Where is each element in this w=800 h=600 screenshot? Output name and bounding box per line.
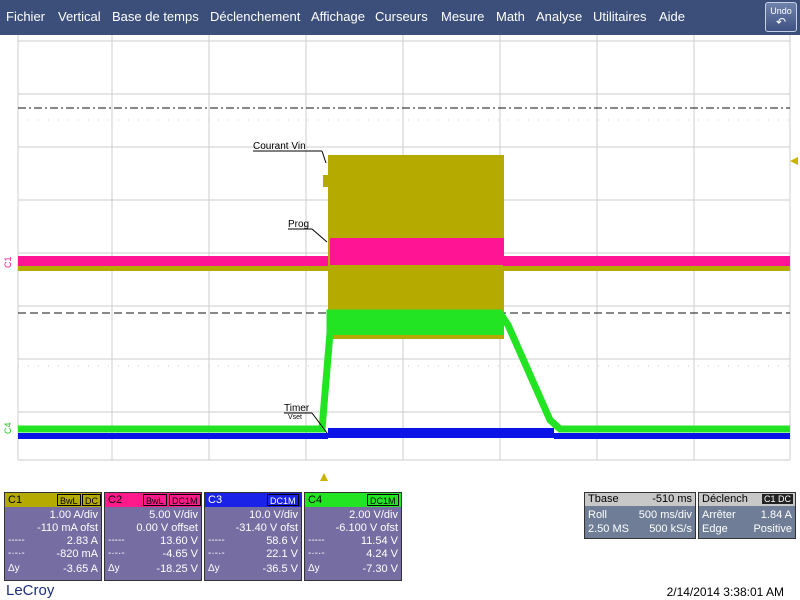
cursor1-value: 2.83 A bbox=[66, 535, 98, 547]
trigger-header: Déclench C1 DC bbox=[699, 493, 795, 506]
trigger-type: Edge bbox=[702, 523, 728, 535]
bandwidth-limit-badge: BwL bbox=[57, 494, 81, 506]
coupling-badge: DC1M bbox=[367, 494, 399, 506]
volts-per-div: 2.00 V/div bbox=[349, 509, 398, 521]
timebase-header: Tbase -510 ms bbox=[585, 493, 695, 506]
label-timer: Timer bbox=[284, 403, 310, 414]
volts-per-div: 10.0 V/div bbox=[249, 509, 298, 521]
cursor1-value: 58.6 V bbox=[266, 535, 298, 547]
trigger-slope: Positive bbox=[753, 523, 792, 535]
bandwidth-limit-badge: BwL bbox=[143, 494, 167, 506]
coupling-badge: DC1M bbox=[169, 494, 201, 506]
undo-button[interactable]: Undo ↶ bbox=[765, 2, 797, 32]
label-prog: Prog bbox=[288, 219, 309, 230]
cursor1-value: 13.60 V bbox=[160, 535, 198, 547]
delta-y-label: Δy bbox=[108, 563, 120, 574]
trigger-title: Déclench bbox=[702, 493, 748, 505]
cursor2-value: -820 mA bbox=[56, 548, 98, 560]
channel-tile-header: C4 DC1M bbox=[305, 493, 401, 507]
label-vset: Vset bbox=[288, 414, 302, 421]
channel-tile-header: C2 BwL DC1M bbox=[105, 493, 201, 507]
offset: 0.00 V offset bbox=[136, 522, 198, 534]
timebase-tile[interactable]: Tbase -510 ms Roll 500 ms/div 2.50 MS 50… bbox=[584, 492, 696, 539]
time-per-div: 500 ms/div bbox=[638, 509, 692, 521]
timebase-mode: Roll bbox=[588, 509, 607, 521]
delta-y-label: Δy bbox=[308, 563, 320, 574]
offset: -6.100 V ofst bbox=[335, 522, 398, 534]
cursor2-value: -4.65 V bbox=[162, 548, 198, 560]
sample-count: 2.50 MS bbox=[588, 523, 629, 535]
menu-curseurs[interactable]: Curseurs bbox=[375, 9, 428, 24]
menu-affichage[interactable]: Affichage bbox=[311, 9, 365, 24]
channel-name: C1 bbox=[8, 494, 23, 506]
menu-analyse[interactable]: Analyse bbox=[536, 9, 582, 24]
trigger-source-badge: C1 DC bbox=[761, 494, 793, 504]
menu-bar: Fichier Vertical Base de temps Déclenche… bbox=[0, 0, 800, 36]
channel-tile-header: C1 BwL DC bbox=[5, 493, 101, 507]
trigger-mode: Arrêter bbox=[702, 509, 736, 521]
channel-name: C3 bbox=[208, 494, 223, 506]
menu-base-de-temps[interactable]: Base de temps bbox=[112, 9, 199, 24]
label-courant-vin: Courant Vin bbox=[253, 141, 306, 152]
delta-y-value: -18.25 V bbox=[156, 563, 198, 575]
volts-per-div: 1.00 A/div bbox=[49, 509, 98, 521]
channel-tile-c3[interactable]: C3 DC1M 10.0 V/div -31.40 V ofst ----- 58… bbox=[204, 492, 302, 581]
trigger-tile[interactable]: Déclench C1 DC Arrêter 1.84 A Edge Posit… bbox=[698, 492, 796, 539]
cursor2-value: 4.24 V bbox=[366, 548, 398, 560]
marker-c4: C4 bbox=[3, 422, 13, 434]
waveform-display[interactable]: Courant Vin Prog Timer Vset C1 C4 bbox=[0, 35, 800, 485]
menu-vertical[interactable]: Vertical bbox=[58, 9, 101, 24]
menu-fichier[interactable]: Fichier bbox=[6, 9, 45, 24]
volts-per-div: 5.00 V/div bbox=[149, 509, 198, 521]
delta-y-label: Δy bbox=[208, 563, 220, 574]
menu-mesure[interactable]: Mesure bbox=[441, 9, 484, 24]
delta-y-value: -7.30 V bbox=[362, 563, 398, 575]
lecroy-logo: LeCroy bbox=[6, 582, 55, 599]
timebase-title: Tbase bbox=[588, 493, 619, 505]
coupling-badge: DC bbox=[82, 494, 101, 506]
timestamp: 2/14/2014 3:38:01 AM bbox=[666, 585, 784, 599]
trigger-level: 1.84 A bbox=[760, 509, 792, 521]
undo-arrow-icon: ↶ bbox=[775, 15, 787, 29]
timebase-delay: -510 ms bbox=[652, 493, 692, 505]
menu-declenchement[interactable]: Déclenchement bbox=[210, 9, 300, 24]
channel-tile-header: C3 DC1M bbox=[205, 493, 301, 507]
menu-aide[interactable]: Aide bbox=[659, 9, 685, 24]
channel-tile-c4[interactable]: C4 DC1M 2.00 V/div -6.100 V ofst ----- 11… bbox=[304, 492, 402, 581]
cursor2-value: 22.1 V bbox=[266, 548, 298, 560]
sample-rate: 500 kS/s bbox=[649, 523, 692, 535]
channel-name: C2 bbox=[108, 494, 123, 506]
channel-tile-c1[interactable]: C1 BwL DC 1.00 A/div -110 mA ofst ----- 2… bbox=[4, 492, 102, 581]
channel-name: C4 bbox=[308, 494, 323, 506]
menu-math[interactable]: Math bbox=[496, 9, 525, 24]
delta-y-value: -3.65 A bbox=[63, 563, 98, 575]
menu-utilitaires[interactable]: Utilitaires bbox=[593, 9, 646, 24]
delta-y-label: Δy bbox=[8, 563, 20, 574]
channel-tile-c2[interactable]: C2 BwL DC1M 5.00 V/div 0.00 V offset ---… bbox=[104, 492, 202, 581]
cursor1-value: 11.54 V bbox=[360, 535, 398, 547]
marker-c1: C1 bbox=[3, 256, 13, 268]
offset: -110 mA ofst bbox=[37, 522, 98, 534]
coupling-badge: DC1M bbox=[267, 494, 299, 506]
delta-y-value: -36.5 V bbox=[262, 563, 298, 575]
offset: -31.40 V ofst bbox=[235, 522, 298, 534]
